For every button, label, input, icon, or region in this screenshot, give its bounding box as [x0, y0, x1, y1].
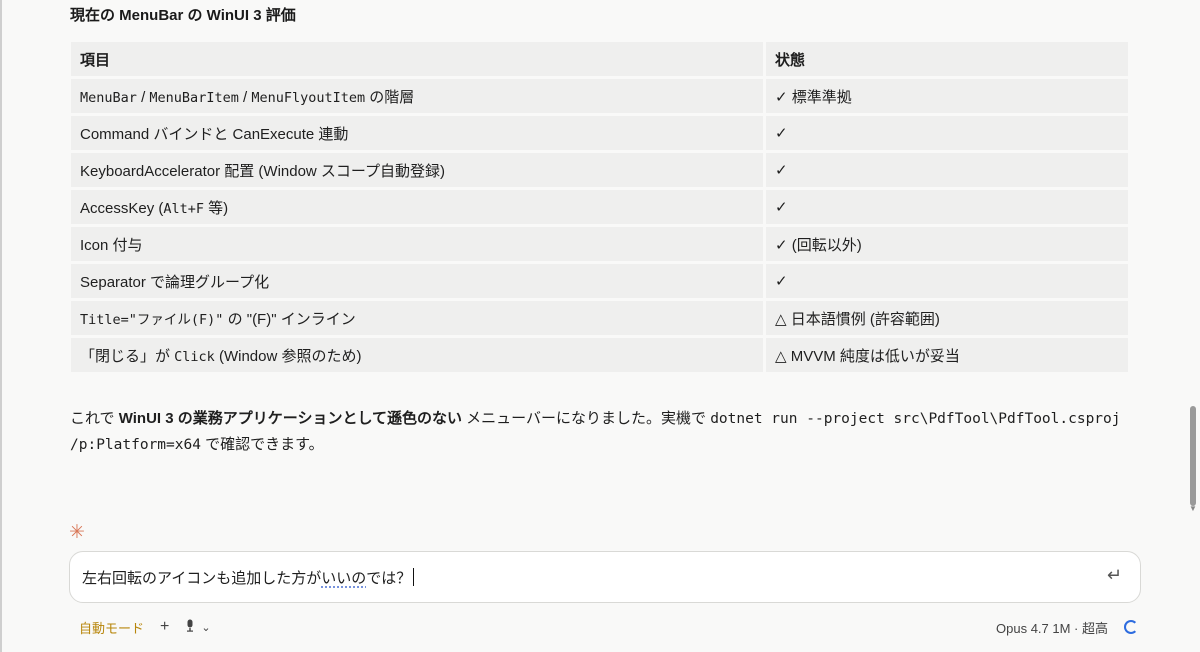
code-text: Alt+F: [163, 200, 204, 217]
code-text: Click: [174, 348, 215, 365]
text-segment: /: [136, 88, 150, 106]
mode-button[interactable]: 自動モード: [79, 618, 144, 637]
text-segment: メニューバーになりました。実機で: [462, 410, 711, 427]
text-segment: /: [238, 88, 252, 106]
table-row: Icon 付与 ✓ (回転以外): [71, 227, 1128, 261]
table-row: Title="ファイル(F)" の "(F)" インライン △ 日本語慣例 (許容…: [71, 301, 1128, 335]
add-icon[interactable]: +: [160, 618, 169, 636]
cell-item: AccessKey (Alt+F 等): [71, 190, 766, 224]
asterisk-icon: ✳: [69, 522, 85, 543]
code-text: MenuBar: [80, 89, 137, 106]
table-row: MenuBar / MenuBarItem / MenuFlyoutItem の…: [71, 79, 1128, 113]
evaluation-table: 項目 状態 MenuBar / MenuBarItem / MenuFlyout…: [71, 39, 1128, 375]
text-segment: これで: [70, 410, 119, 427]
model-selector[interactable]: Opus 4.7 1M · 超高: [996, 618, 1108, 637]
text-segment: の階層: [365, 88, 415, 106]
cell-status: ✓ 標準準拠: [766, 79, 1128, 113]
summary-paragraph: これで WinUI 3 の業務アプリケーションとして遜色のない メニューバーにな…: [70, 406, 1130, 458]
table-header-row: 項目 状態: [71, 42, 1128, 76]
text-segment: 「閉じる」が: [80, 347, 175, 365]
scroll-down-arrow-icon[interactable]: ▼: [1189, 504, 1197, 513]
chat-input[interactable]: 左右回転のアイコンも追加した方がいいのでは？ ↵: [69, 551, 1141, 603]
cell-item: Command バインドと CanExecute 連動: [71, 116, 766, 150]
table-row: Command バインドと CanExecute 連動 ✓: [71, 116, 1128, 150]
cell-item: 「閉じる」が Click (Window 参照のため): [71, 338, 766, 372]
input-text[interactable]: 左右回転のアイコンも追加した方がいいのでは？: [82, 567, 415, 588]
text-segment: Separator で論理グループ化: [80, 273, 270, 291]
text-segment: Icon 付与: [80, 236, 143, 254]
code-text: MenuBarItem: [149, 89, 239, 106]
bold-text: WinUI 3 の業務アプリケーションとして遜色のない: [118, 410, 463, 427]
code-text: MenuFlyoutItem: [251, 89, 366, 106]
text-segment: Command バインドと CanExecute 連動: [80, 125, 349, 143]
table-body: MenuBar / MenuBarItem / MenuFlyoutItem の…: [71, 79, 1128, 372]
cell-status: ✓: [766, 153, 1128, 187]
table-row: 「閉じる」が Click (Window 参照のため) △ MVVM 純度は低いが…: [71, 338, 1128, 372]
code-text: Title="ファイル(F)": [80, 311, 224, 328]
header-item: 項目: [71, 42, 766, 76]
text-segment: の "(F)" インライン: [223, 310, 356, 328]
table-row: Separator で論理グループ化 ✓: [71, 264, 1128, 298]
cell-item: Separator で論理グループ化: [71, 264, 766, 298]
header-status: 状態: [766, 42, 1128, 76]
text-segment: 等): [204, 199, 229, 217]
cell-status: △ 日本語慣例 (許容範囲): [766, 301, 1128, 335]
text-segment: で確認できます。: [200, 436, 324, 453]
scrollbar-thumb[interactable]: [1190, 406, 1196, 506]
mic-icon[interactable]: [185, 619, 195, 635]
loading-spinner-icon: [1124, 620, 1138, 634]
table-row: AccessKey (Alt+F 等) ✓: [71, 190, 1128, 224]
cell-status: ✓: [766, 190, 1128, 224]
text-segment: (Window 参照のため): [214, 347, 362, 365]
cell-item: Title="ファイル(F)" の "(F)" インライン: [71, 301, 766, 335]
cell-item: KeyboardAccelerator 配置 (Window スコープ自動登録): [71, 153, 766, 187]
input-text-before: 左右回転のアイコンも追加した方が: [82, 570, 322, 587]
cell-status: ✓: [766, 116, 1128, 150]
input-toolbar: 自動モード + ⌄: [79, 616, 211, 638]
cell-status: △ MVVM 純度は低いが妥当: [766, 338, 1128, 372]
window-left-edge: [0, 0, 2, 652]
enter-icon[interactable]: ↵: [1107, 565, 1122, 586]
cell-item: MenuBar / MenuBarItem / MenuFlyoutItem の…: [71, 79, 766, 113]
table-row: KeyboardAccelerator 配置 (Window スコープ自動登録)…: [71, 153, 1128, 187]
cell-status: ✓: [766, 264, 1128, 298]
spellcheck-underlined-text: いいの: [321, 570, 367, 587]
input-text-after: では？: [366, 570, 412, 587]
section-heading: 現在の MenuBar の WinUI 3 評価: [70, 7, 296, 24]
cell-item: Icon 付与: [71, 227, 766, 261]
text-segment: AccessKey (: [80, 199, 164, 217]
cell-status: ✓ (回転以外): [766, 227, 1128, 261]
chevron-down-icon[interactable]: ⌄: [201, 621, 210, 634]
text-caret: [413, 568, 415, 586]
text-segment: KeyboardAccelerator 配置 (Window スコープ自動登録): [80, 162, 446, 180]
